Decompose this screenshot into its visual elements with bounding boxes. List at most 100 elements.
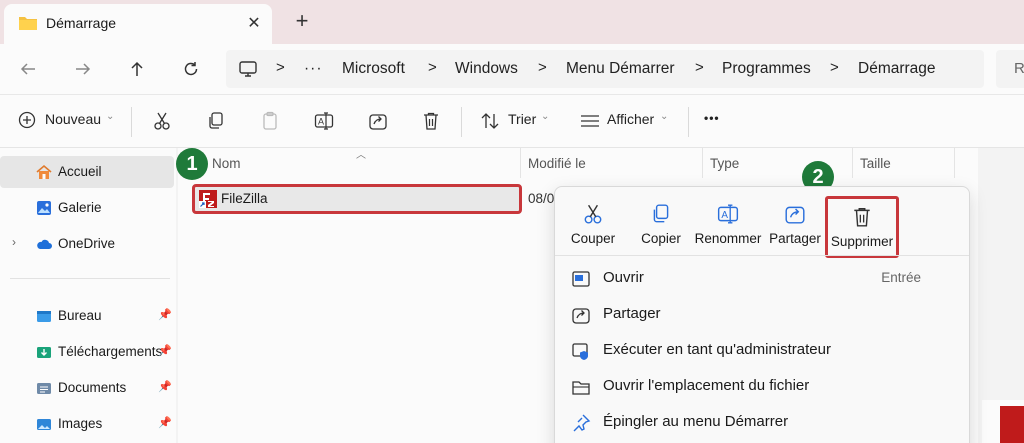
menu-item-run-as-admin[interactable]: Exécuter en tant qu'administrateur xyxy=(555,332,969,368)
close-tab-icon[interactable]: ✕ xyxy=(244,13,264,33)
back-arrow-icon[interactable] xyxy=(16,57,40,81)
context-menu: Couper Copier A Renommer Partager Suppri… xyxy=(554,186,970,443)
breadcrumb-overflow-icon[interactable]: ··· xyxy=(304,60,323,78)
context-rename-label: Renommer xyxy=(694,231,762,246)
chevron-down-icon: ⌄ xyxy=(541,111,550,122)
pin-icon[interactable]: 📌 xyxy=(158,344,172,357)
chevron-right-icon[interactable]: › xyxy=(12,235,16,249)
share-icon xyxy=(785,206,805,224)
view-button-label: Afficher xyxy=(607,111,655,127)
trash-icon xyxy=(424,112,438,130)
chevron-down-icon: ⌄ xyxy=(106,111,115,122)
images-folder-icon xyxy=(37,419,51,430)
new-button[interactable]: Nouveau ⌄ xyxy=(18,111,116,133)
pin-icon xyxy=(573,414,591,432)
menu-item-share[interactable]: Partager xyxy=(555,296,969,332)
context-copy-label: Copier xyxy=(641,231,681,246)
column-header-name[interactable]: Nom xyxy=(212,156,241,171)
up-arrow-icon[interactable] xyxy=(125,57,149,81)
column-header-size[interactable]: Taille xyxy=(860,156,891,171)
pin-icon[interactable]: 📌 xyxy=(158,416,172,429)
sidebar-item-label: OneDrive xyxy=(58,236,116,251)
sort-arrows-icon xyxy=(481,113,499,129)
tab-bar: Démarrage ✕ + xyxy=(0,0,1024,44)
admin-shield-icon xyxy=(572,343,588,360)
column-divider[interactable] xyxy=(702,148,703,178)
breadcrumb-item-demarrage[interactable]: Démarrage xyxy=(858,60,936,78)
filezilla-shortcut-icon xyxy=(199,190,217,208)
menu-item-open[interactable]: Ouvrir Entrée xyxy=(555,260,969,296)
filezilla-logo-fragment xyxy=(982,400,1024,443)
cut-button[interactable] xyxy=(153,111,173,133)
context-cut-label: Couper xyxy=(570,231,616,246)
table-row[interactable]: FileZilla xyxy=(192,184,522,214)
pin-icon[interactable]: 📌 xyxy=(158,380,172,393)
svg-text:A: A xyxy=(721,210,728,221)
menu-item-label: Ouvrir l'emplacement du fichier xyxy=(603,377,810,394)
breadcrumb-chevron: > xyxy=(538,59,547,76)
context-share-button[interactable]: Partager xyxy=(767,199,823,255)
context-delete-button[interactable]: Supprimer xyxy=(825,196,899,258)
share-button[interactable] xyxy=(368,111,388,133)
cloud-icon xyxy=(37,239,52,249)
column-divider[interactable] xyxy=(852,148,853,178)
menu-item-label: Partager xyxy=(603,305,661,322)
divider xyxy=(10,278,170,279)
breadcrumb-item-windows[interactable]: Windows xyxy=(455,60,518,78)
divider xyxy=(688,107,689,137)
new-tab-button[interactable]: + xyxy=(290,8,314,34)
column-header-modified[interactable]: Modifié le xyxy=(528,156,586,171)
sidebar-item-onedrive[interactable]: › OneDrive xyxy=(0,228,174,260)
sidebar-item-images[interactable]: Images 📌 xyxy=(0,408,174,440)
breadcrumb-chevron: > xyxy=(830,59,839,76)
sidebar-item-bureau[interactable]: Bureau 📌 xyxy=(0,300,174,332)
sort-button[interactable]: Trier ⌄ xyxy=(480,111,552,133)
sidebar-item-accueil[interactable]: Accueil xyxy=(0,156,174,188)
menu-item-open-file-location[interactable]: Ouvrir l'emplacement du fichier xyxy=(555,368,969,404)
column-header-type[interactable]: Type xyxy=(710,156,739,171)
sidebar-item-documents[interactable]: Documents 📌 xyxy=(0,372,174,404)
svg-text:A: A xyxy=(318,117,324,127)
sidebar-item-label: Galerie xyxy=(58,200,102,215)
address-bar[interactable]: > ··· Microsoft > Windows > Menu Démarre… xyxy=(226,50,984,88)
menu-item-label: Épingler au menu Démarrer xyxy=(603,413,789,430)
downloads-folder-icon xyxy=(37,347,51,358)
rename-icon: A xyxy=(314,112,334,130)
forward-arrow-icon[interactable] xyxy=(71,57,95,81)
sidebar-item-label: Accueil xyxy=(58,164,102,179)
breadcrumb-item-programmes[interactable]: Programmes xyxy=(722,60,811,78)
delete-button[interactable] xyxy=(422,111,442,133)
context-cut-button[interactable]: Couper xyxy=(565,199,621,255)
navigation-bar: > ··· Microsoft > Windows > Menu Démarre… xyxy=(0,44,1024,94)
tab-demarrage[interactable]: Démarrage ✕ xyxy=(4,4,272,44)
column-divider[interactable] xyxy=(954,148,955,178)
menu-item-pin-to-start[interactable]: Épingler au menu Démarrer xyxy=(555,404,969,440)
breadcrumb-item-menu-demarrer[interactable]: Menu Démarrer xyxy=(566,60,675,78)
pin-icon[interactable]: 📌 xyxy=(158,308,172,321)
details-pane xyxy=(978,148,1024,443)
paste-button[interactable] xyxy=(261,111,281,133)
file-modified-date: 08/0 xyxy=(528,191,555,206)
context-share-label: Partager xyxy=(769,231,821,246)
refresh-icon[interactable] xyxy=(179,57,203,81)
navigation-pane: Accueil Galerie › OneDrive Bureau 📌 Télé… xyxy=(0,148,176,443)
context-rename-button[interactable]: A Renommer xyxy=(693,199,763,255)
file-name: FileZilla xyxy=(221,191,268,206)
divider xyxy=(461,107,462,137)
breadcrumb-item-microsoft[interactable]: Microsoft xyxy=(342,60,405,78)
copy-button[interactable] xyxy=(207,111,227,133)
divider xyxy=(555,255,969,256)
folder-icon xyxy=(19,17,37,30)
more-options-icon[interactable]: ••• xyxy=(704,111,720,133)
copy-icon xyxy=(209,112,223,129)
sidebar-item-telechargements[interactable]: Téléchargements 📌 xyxy=(0,336,174,368)
chevron-down-icon: ⌄ xyxy=(660,111,669,122)
breadcrumb-chevron: > xyxy=(428,59,437,76)
sidebar-item-galerie[interactable]: Galerie xyxy=(0,192,174,224)
context-delete-label: Supprimer xyxy=(830,234,894,249)
search-box[interactable]: Re xyxy=(996,50,1024,88)
context-copy-button[interactable]: Copier xyxy=(635,199,687,255)
column-divider[interactable] xyxy=(520,148,521,178)
view-button[interactable]: Afficher ⌄ xyxy=(580,111,672,133)
rename-button[interactable]: A xyxy=(314,111,334,133)
